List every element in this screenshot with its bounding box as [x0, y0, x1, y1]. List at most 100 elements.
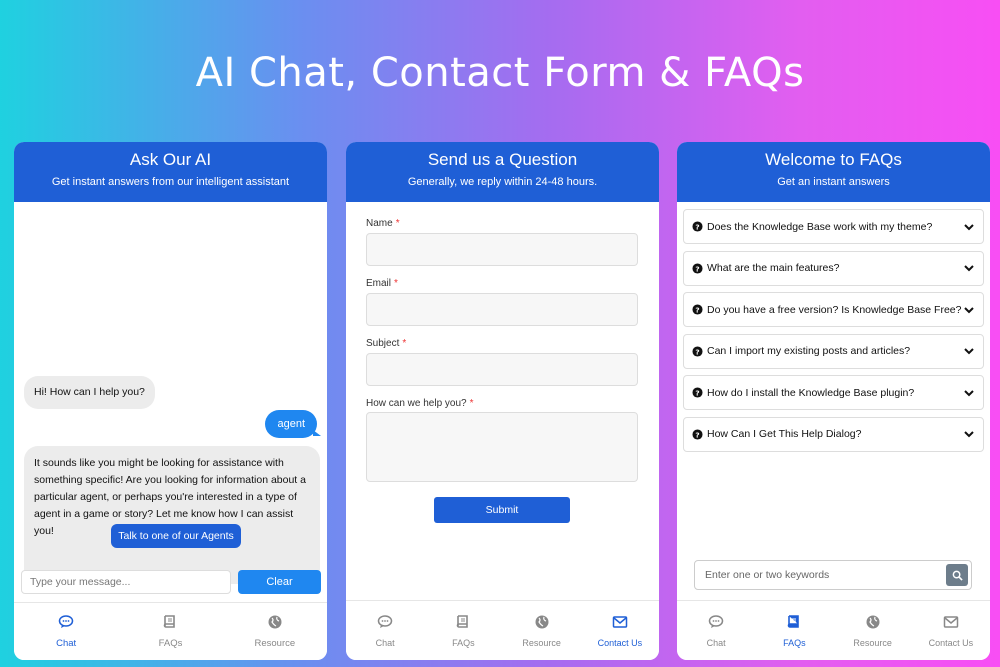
- faq-item[interactable]: ? How Can I Get This Help Dialog?: [683, 416, 984, 452]
- nav-label: FAQs: [783, 637, 806, 648]
- faq-item[interactable]: ? How do I install the Knowledge Base pl…: [683, 375, 984, 410]
- bottom-nav: Chat FAQs Resource Contact Us: [677, 600, 990, 660]
- faq-search: [694, 560, 972, 590]
- required-mark: *: [402, 338, 407, 349]
- nav-label: FAQs: [452, 637, 475, 648]
- faq-question: Do you have a free version? Is Knowledge…: [707, 303, 962, 316]
- clear-button[interactable]: Clear: [238, 570, 321, 594]
- chevron-down-icon: [964, 223, 974, 230]
- name-label: Name *: [366, 218, 400, 229]
- faq-item[interactable]: ? Do you have a free version? Is Knowled…: [683, 292, 984, 327]
- nav-faqs[interactable]: FAQs: [755, 601, 833, 660]
- contact-header-subtitle: Generally, we reply within 24-48 hours.: [407, 176, 598, 188]
- message-textarea[interactable]: [366, 412, 638, 482]
- faqs-header: Welcome to FAQs Get an instant answers: [677, 142, 990, 202]
- nav-resource[interactable]: Resource: [223, 603, 327, 660]
- nav-label: Chat: [706, 637, 726, 648]
- nav-chat[interactable]: Chat: [346, 601, 424, 660]
- question-icon: ?: [692, 221, 703, 232]
- chat-header-title: Ask Our AI: [129, 150, 212, 169]
- nav-contact-us[interactable]: Contact Us: [912, 601, 990, 660]
- svg-text:?: ?: [695, 222, 699, 231]
- faq-question: What are the main features?: [707, 262, 840, 274]
- chat-messages: Hi! How can I help you? agent It sounds …: [14, 202, 327, 584]
- nav-label: Chat: [56, 638, 77, 649]
- bottom-nav: Chat FAQs Resource Contact Us: [346, 600, 659, 660]
- nav-label: Chat: [375, 637, 395, 648]
- faq-search-input[interactable]: [695, 561, 940, 589]
- chat-header: Ask Our AI Get instant answers from our …: [14, 142, 327, 202]
- nav-chat[interactable]: Chat: [14, 603, 118, 660]
- svg-text:?: ?: [695, 430, 699, 439]
- question-icon: ?: [692, 304, 703, 315]
- email-label: Email *: [366, 278, 398, 289]
- contact-header: Send us a Question Generally, we reply w…: [346, 142, 659, 202]
- nav-chat[interactable]: Chat: [677, 601, 755, 660]
- nav-resource[interactable]: Resource: [834, 601, 912, 660]
- nav-label: Contact Us: [928, 637, 974, 648]
- faq-item[interactable]: ? Can I import my existing posts and art…: [683, 333, 984, 369]
- faq-question: Does the Knowledge Base work with my the…: [707, 220, 933, 233]
- globe-icon: [268, 615, 282, 629]
- search-button[interactable]: [946, 564, 968, 586]
- book-icon: [164, 615, 176, 628]
- chevron-down-icon: [964, 265, 974, 272]
- nav-label: Resource: [522, 637, 561, 648]
- required-mark: *: [395, 218, 400, 229]
- question-icon: ?: [692, 262, 703, 274]
- required-mark: *: [394, 278, 398, 289]
- chevron-down-icon: [964, 431, 974, 438]
- nav-label: Contact Us: [597, 637, 643, 648]
- email-field[interactable]: [366, 293, 638, 326]
- svg-text:?: ?: [695, 347, 699, 356]
- chat-panel: Ask Our AI Get instant answers from our …: [14, 142, 327, 660]
- chat-icon: [58, 615, 74, 628]
- faq-item[interactable]: ? What are the main features?: [683, 250, 984, 286]
- faq-item[interactable]: ? Does the Knowledge Base work with my t…: [683, 209, 984, 244]
- submit-button[interactable]: Submit: [434, 497, 570, 523]
- question-icon: ?: [692, 345, 703, 357]
- faq-list: ? Does the Knowledge Base work with my t…: [683, 209, 984, 458]
- nav-faqs[interactable]: FAQs: [118, 603, 222, 660]
- mail-icon: [612, 615, 628, 628]
- chat-icon: [377, 614, 393, 628]
- field-label-text: Email: [366, 278, 392, 289]
- faq-question: How do I install the Knowledge Base plug…: [707, 386, 915, 399]
- nav-label: FAQs: [158, 638, 183, 649]
- talk-to-agent-button[interactable]: Talk to one of our Agents: [111, 524, 241, 548]
- bottom-nav: Chat FAQs Resource: [14, 602, 327, 660]
- page-title: AI Chat, Contact Form & FAQs: [195, 50, 805, 96]
- field-label-text: Name: [366, 218, 393, 229]
- chat-header-subtitle: Get instant answers from our intelligent…: [51, 176, 290, 188]
- faq-question: Can I import my existing posts and artic…: [707, 345, 911, 357]
- svg-text:?: ?: [695, 264, 699, 273]
- nav-contact-us[interactable]: Contact Us: [581, 601, 659, 660]
- book-icon: [788, 614, 800, 628]
- field-label-text: How can we help you?: [366, 398, 467, 409]
- name-field[interactable]: [366, 233, 638, 266]
- faqs-header-title: Welcome to FAQs: [765, 150, 902, 169]
- chat-message-input[interactable]: [21, 570, 231, 594]
- question-icon: ?: [692, 387, 703, 398]
- faqs-panel: Welcome to FAQs Get an instant answers ?…: [677, 142, 990, 660]
- nav-faqs[interactable]: FAQs: [424, 601, 502, 660]
- mail-icon: [943, 615, 959, 628]
- nav-label: Resource: [254, 638, 296, 649]
- subject-label: Subject *: [366, 338, 406, 349]
- question-icon: ?: [692, 428, 703, 440]
- subject-field[interactable]: [366, 353, 638, 386]
- chevron-down-icon: [964, 389, 974, 396]
- search-icon: [952, 570, 963, 581]
- svg-text:?: ?: [695, 388, 699, 397]
- bot-message: Hi! How can I help you?: [24, 376, 155, 409]
- chevron-down-icon: [964, 306, 974, 313]
- required-mark: *: [469, 398, 474, 409]
- nav-resource[interactable]: Resource: [503, 601, 581, 660]
- chevron-down-icon: [964, 348, 974, 355]
- contact-header-title: Send us a Question: [427, 150, 578, 169]
- book-icon: [457, 614, 469, 628]
- bot-message: It sounds like you might be looking for …: [24, 446, 320, 584]
- chat-icon: [708, 614, 724, 628]
- user-message: agent: [265, 410, 321, 438]
- globe-icon: [866, 615, 880, 628]
